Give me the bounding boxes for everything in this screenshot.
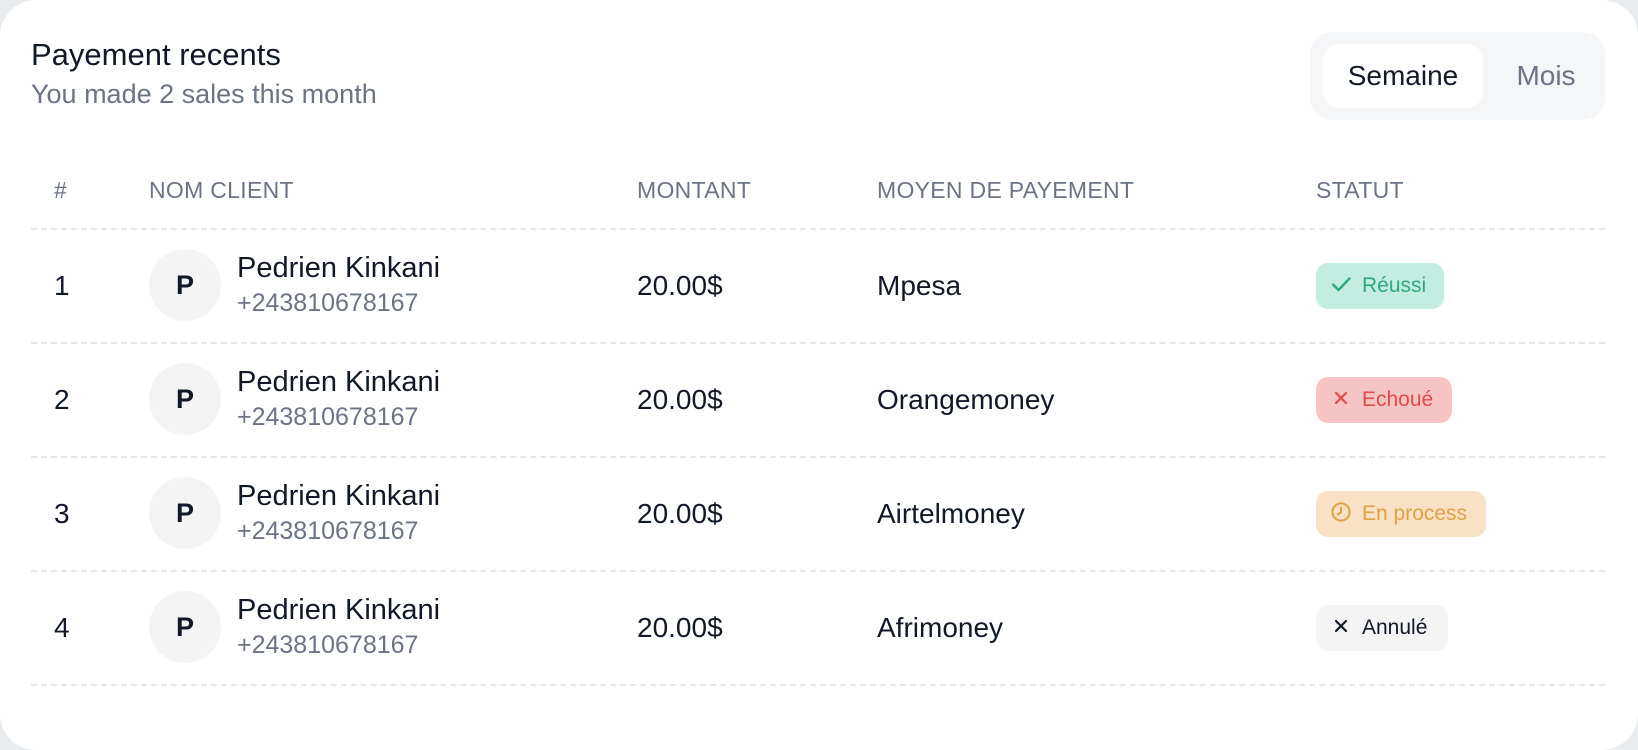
period-option-week[interactable]: Semaine [1323, 44, 1483, 108]
table-row[interactable]: 2 P Pedrien Kinkani +243810678167 20.00$… [0, 343, 1638, 457]
client-phone: +243810678167 [237, 403, 419, 431]
client-name: Pedrien Kinkani [237, 366, 441, 398]
table-row[interactable]: 3 P Pedrien Kinkani +243810678167 20.00$… [0, 457, 1638, 571]
avatar: P [149, 591, 221, 663]
client-name: Pedrien Kinkani [237, 480, 441, 512]
row-index: 1 [54, 270, 70, 301]
close-icon [1334, 392, 1348, 405]
avatar: P [149, 249, 221, 321]
payment-method: Mpesa [877, 270, 962, 301]
payment-method: Airtelmoney [877, 498, 1025, 529]
status-badge: En process [1316, 491, 1486, 537]
payment-method: Orangemoney [877, 384, 1055, 415]
avatar: P [149, 363, 221, 435]
page-subtitle: You made 2 sales this month [31, 79, 377, 109]
close-icon [1334, 620, 1348, 633]
amount: 20.00$ [637, 612, 723, 643]
row-index: 4 [54, 612, 70, 643]
amount: 20.00$ [637, 270, 723, 301]
client-phone: +243810678167 [237, 517, 419, 545]
status-badge: Annulé [1316, 605, 1448, 651]
column-header-index: # [54, 177, 68, 203]
client-phone: +243810678167 [237, 289, 419, 317]
row-index: 3 [54, 498, 70, 529]
client-name: Pedrien Kinkani [237, 594, 441, 626]
period-toggle: Semaine Mois [1310, 32, 1605, 120]
column-header-client: NOM CLIENT [149, 177, 294, 203]
table-divider [31, 684, 1605, 686]
period-option-month[interactable]: Mois [1496, 44, 1596, 108]
column-header-amount: MONTANT [637, 177, 752, 203]
clock-icon [1331, 502, 1351, 523]
avatar: P [149, 477, 221, 549]
client-name: Pedrien Kinkani [237, 252, 441, 284]
check-icon [1331, 277, 1351, 292]
payment-method: Afrimoney [877, 612, 1004, 643]
page-title: Payement recents [31, 37, 281, 72]
recent-payments-card: Payement recents You made 2 sales this m… [0, 0, 1638, 750]
amount: 20.00$ [637, 498, 723, 529]
status-label: En process [1362, 502, 1468, 526]
table-row[interactable]: 4 P Pedrien Kinkani +243810678167 20.00$… [0, 571, 1638, 685]
status-label: Annulé [1362, 616, 1428, 640]
amount: 20.00$ [637, 384, 723, 415]
status-badge: Echoué [1316, 377, 1452, 423]
status-label: Echoué [1362, 388, 1434, 412]
column-header-payment-method: MOYEN DE PAYEMENT [877, 177, 1135, 203]
status-label: Réussi [1362, 274, 1427, 298]
column-header-status: STATUT [1316, 177, 1404, 203]
table-row[interactable]: 1 P Pedrien Kinkani +243810678167 20.00$… [0, 229, 1638, 343]
row-index: 2 [54, 384, 70, 415]
client-phone: +243810678167 [237, 631, 419, 659]
status-badge: Réussi [1316, 263, 1444, 309]
